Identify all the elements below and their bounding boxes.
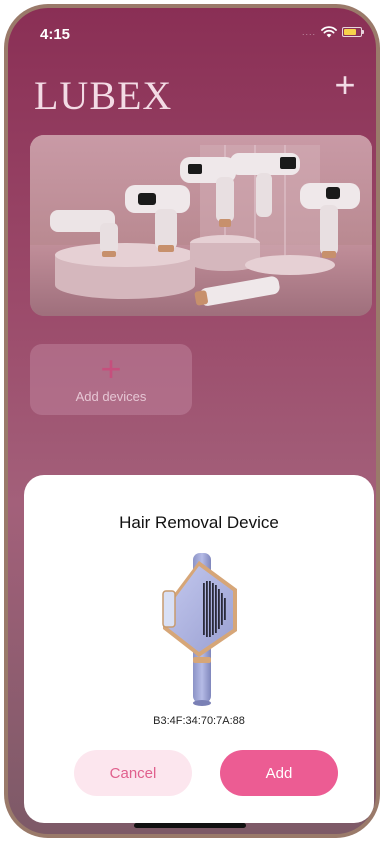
plus-icon: + [100,348,122,389]
add-device-dialog: Hair Removal Device B3:4F:34:70:7A:88 Ca… [24,475,374,823]
add-button[interactable]: Add [220,750,338,796]
cancel-button[interactable]: Cancel [74,750,192,796]
add-devices-button[interactable]: + Add devices [30,344,192,415]
brand-logo: LUBEX [34,73,173,118]
battery-icon [342,27,364,37]
plus-icon[interactable]: + [328,67,362,104]
hair-removal-device-illustration [162,553,237,706]
wifi-icon [321,26,337,38]
product-banner [30,135,372,316]
product-lineup-photo [30,135,372,316]
signal-dots: .... [301,27,316,37]
add-devices-label: Add devices [75,389,147,404]
device-mac-address: B3:4F:34:70:7A:88 [153,715,245,727]
phone-frame: 4:15 .... LUBEX + + Add devices Hair Rem… [4,4,380,838]
home-indicator [134,823,246,828]
status-bar: 4:15 .... [8,8,376,58]
status-time: 4:15 [40,26,71,43]
battery-level [344,29,356,35]
status-indicators: .... [301,26,364,38]
app-screen: 4:15 .... LUBEX + + Add devices Hair Rem… [8,8,376,834]
dialog-title: Hair Removal Device [119,513,279,532]
